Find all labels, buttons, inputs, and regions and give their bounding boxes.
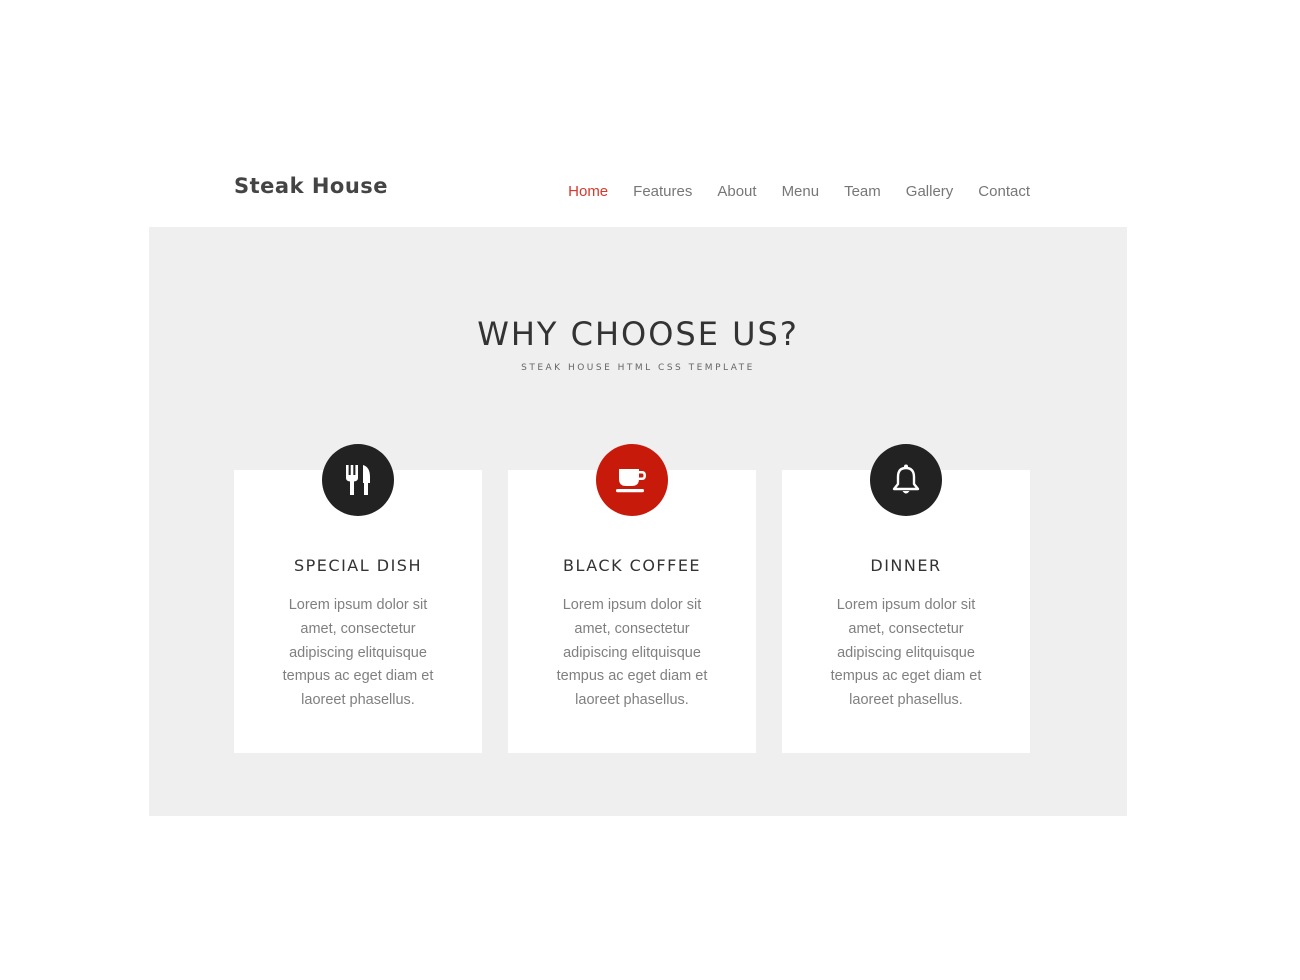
nav-item-menu[interactable]: Menu bbox=[782, 183, 820, 200]
card-title: DINNER bbox=[870, 556, 942, 575]
feature-card-special-dish: SPECIAL DISH Lorem ipsum dolor sit amet,… bbox=[234, 444, 482, 753]
bell-icon bbox=[870, 444, 942, 516]
page: Steak House Home Features About Menu Tea… bbox=[0, 0, 1300, 980]
site-logo[interactable]: Steak House bbox=[234, 174, 388, 198]
features-section: WHY CHOOSE US? STEAK HOUSE HTML CSS TEMP… bbox=[149, 227, 1127, 816]
site-header: Steak House Home Features About Menu Tea… bbox=[149, 160, 1127, 226]
card-text: Lorem ipsum dolor sit amet, consectetur … bbox=[830, 597, 982, 709]
card-title: SPECIAL DISH bbox=[294, 556, 422, 575]
cutlery-icon bbox=[322, 444, 394, 516]
card-text: Lorem ipsum dolor sit amet, consectetur … bbox=[556, 597, 708, 709]
nav-item-features[interactable]: Features bbox=[633, 183, 692, 200]
coffee-cup-icon bbox=[596, 444, 668, 516]
card-text: Lorem ipsum dolor sit amet, consectetur … bbox=[282, 597, 434, 709]
section-title: WHY CHOOSE US? bbox=[477, 315, 799, 353]
nav-item-about[interactable]: About bbox=[717, 183, 756, 200]
section-subtitle: STEAK HOUSE HTML CSS TEMPLATE bbox=[521, 363, 755, 373]
main-nav: Home Features About Menu Team Gallery Co… bbox=[568, 183, 1030, 200]
nav-item-gallery[interactable]: Gallery bbox=[906, 183, 954, 200]
nav-item-home[interactable]: Home bbox=[568, 183, 608, 200]
feature-card-dinner: DINNER Lorem ipsum dolor sit amet, conse… bbox=[782, 444, 1030, 753]
nav-item-contact[interactable]: Contact bbox=[978, 183, 1030, 200]
card-title: BLACK COFFEE bbox=[562, 556, 702, 575]
nav-item-team[interactable]: Team bbox=[844, 183, 881, 200]
feature-card-black-coffee: BLACK COFFEE Lorem ipsum dolor sit amet,… bbox=[508, 444, 756, 753]
